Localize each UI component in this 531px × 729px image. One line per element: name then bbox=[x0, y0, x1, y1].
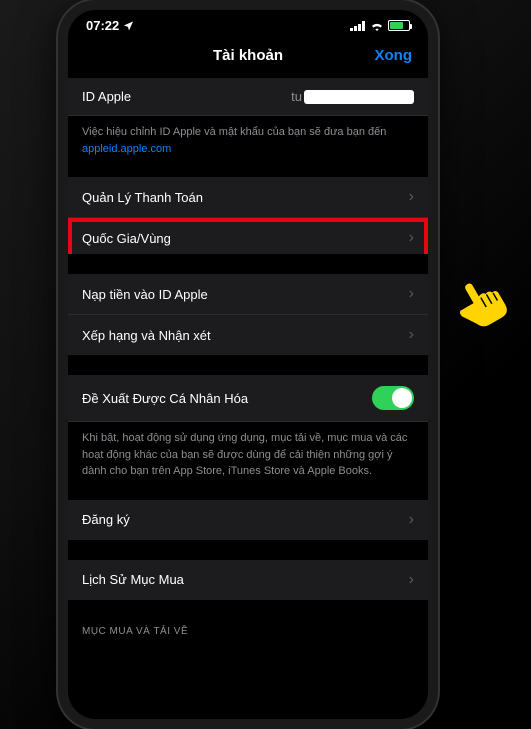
payment-row[interactable]: Quản Lý Thanh Toán › bbox=[68, 177, 428, 218]
purchases-section-header: MỤC MUA VÀ TẢI VỀ bbox=[68, 620, 428, 641]
ratings-row[interactable]: Xếp hạng và Nhận xét › bbox=[68, 315, 428, 355]
personalized-row: Đề Xuất Được Cá Nhân Hóa bbox=[68, 375, 428, 422]
status-time: 07:22 bbox=[86, 18, 119, 33]
chevron-right-icon: › bbox=[409, 511, 414, 529]
signal-icon bbox=[350, 21, 366, 31]
chevron-right-icon: › bbox=[409, 326, 414, 344]
appleid-link[interactable]: appleid.apple.com bbox=[82, 143, 171, 155]
add-funds-row[interactable]: Nạp tiền vào ID Apple › bbox=[68, 274, 428, 315]
apple-id-footer: Việc hiệu chỉnh ID Apple và mật khẩu của… bbox=[68, 116, 428, 157]
apple-id-row[interactable]: ID Apple tu bbox=[68, 78, 428, 116]
chevron-right-icon: › bbox=[409, 229, 414, 247]
personalized-footer: Khi bật, hoạt động sử dụng ứng dụng, mục… bbox=[68, 422, 428, 480]
phone-frame: 07:22 Tài khoản Xong ID Apple tu Việc hi… bbox=[58, 0, 438, 729]
notch bbox=[178, 10, 318, 32]
country-region-row[interactable]: Quốc Gia/Vùng › bbox=[68, 218, 428, 254]
apple-id-masked bbox=[304, 90, 414, 104]
wifi-icon bbox=[370, 21, 384, 31]
chevron-right-icon: › bbox=[409, 285, 414, 303]
personalized-toggle[interactable] bbox=[372, 386, 414, 410]
chevron-right-icon: › bbox=[409, 571, 414, 589]
subscribe-row[interactable]: Đăng ký › bbox=[68, 500, 428, 540]
battery-icon bbox=[388, 20, 410, 31]
pointer-hand-icon bbox=[441, 268, 513, 340]
done-button[interactable]: Xong bbox=[375, 47, 413, 64]
apple-id-prefix: tu bbox=[291, 89, 302, 104]
nav-header: Tài khoản Xong bbox=[68, 37, 428, 78]
apple-id-label: ID Apple bbox=[82, 89, 291, 104]
location-icon bbox=[123, 20, 134, 31]
chevron-right-icon: › bbox=[409, 188, 414, 206]
page-title: Tài khoản bbox=[213, 47, 283, 64]
purchase-history-row[interactable]: Lịch Sử Mục Mua › bbox=[68, 560, 428, 600]
